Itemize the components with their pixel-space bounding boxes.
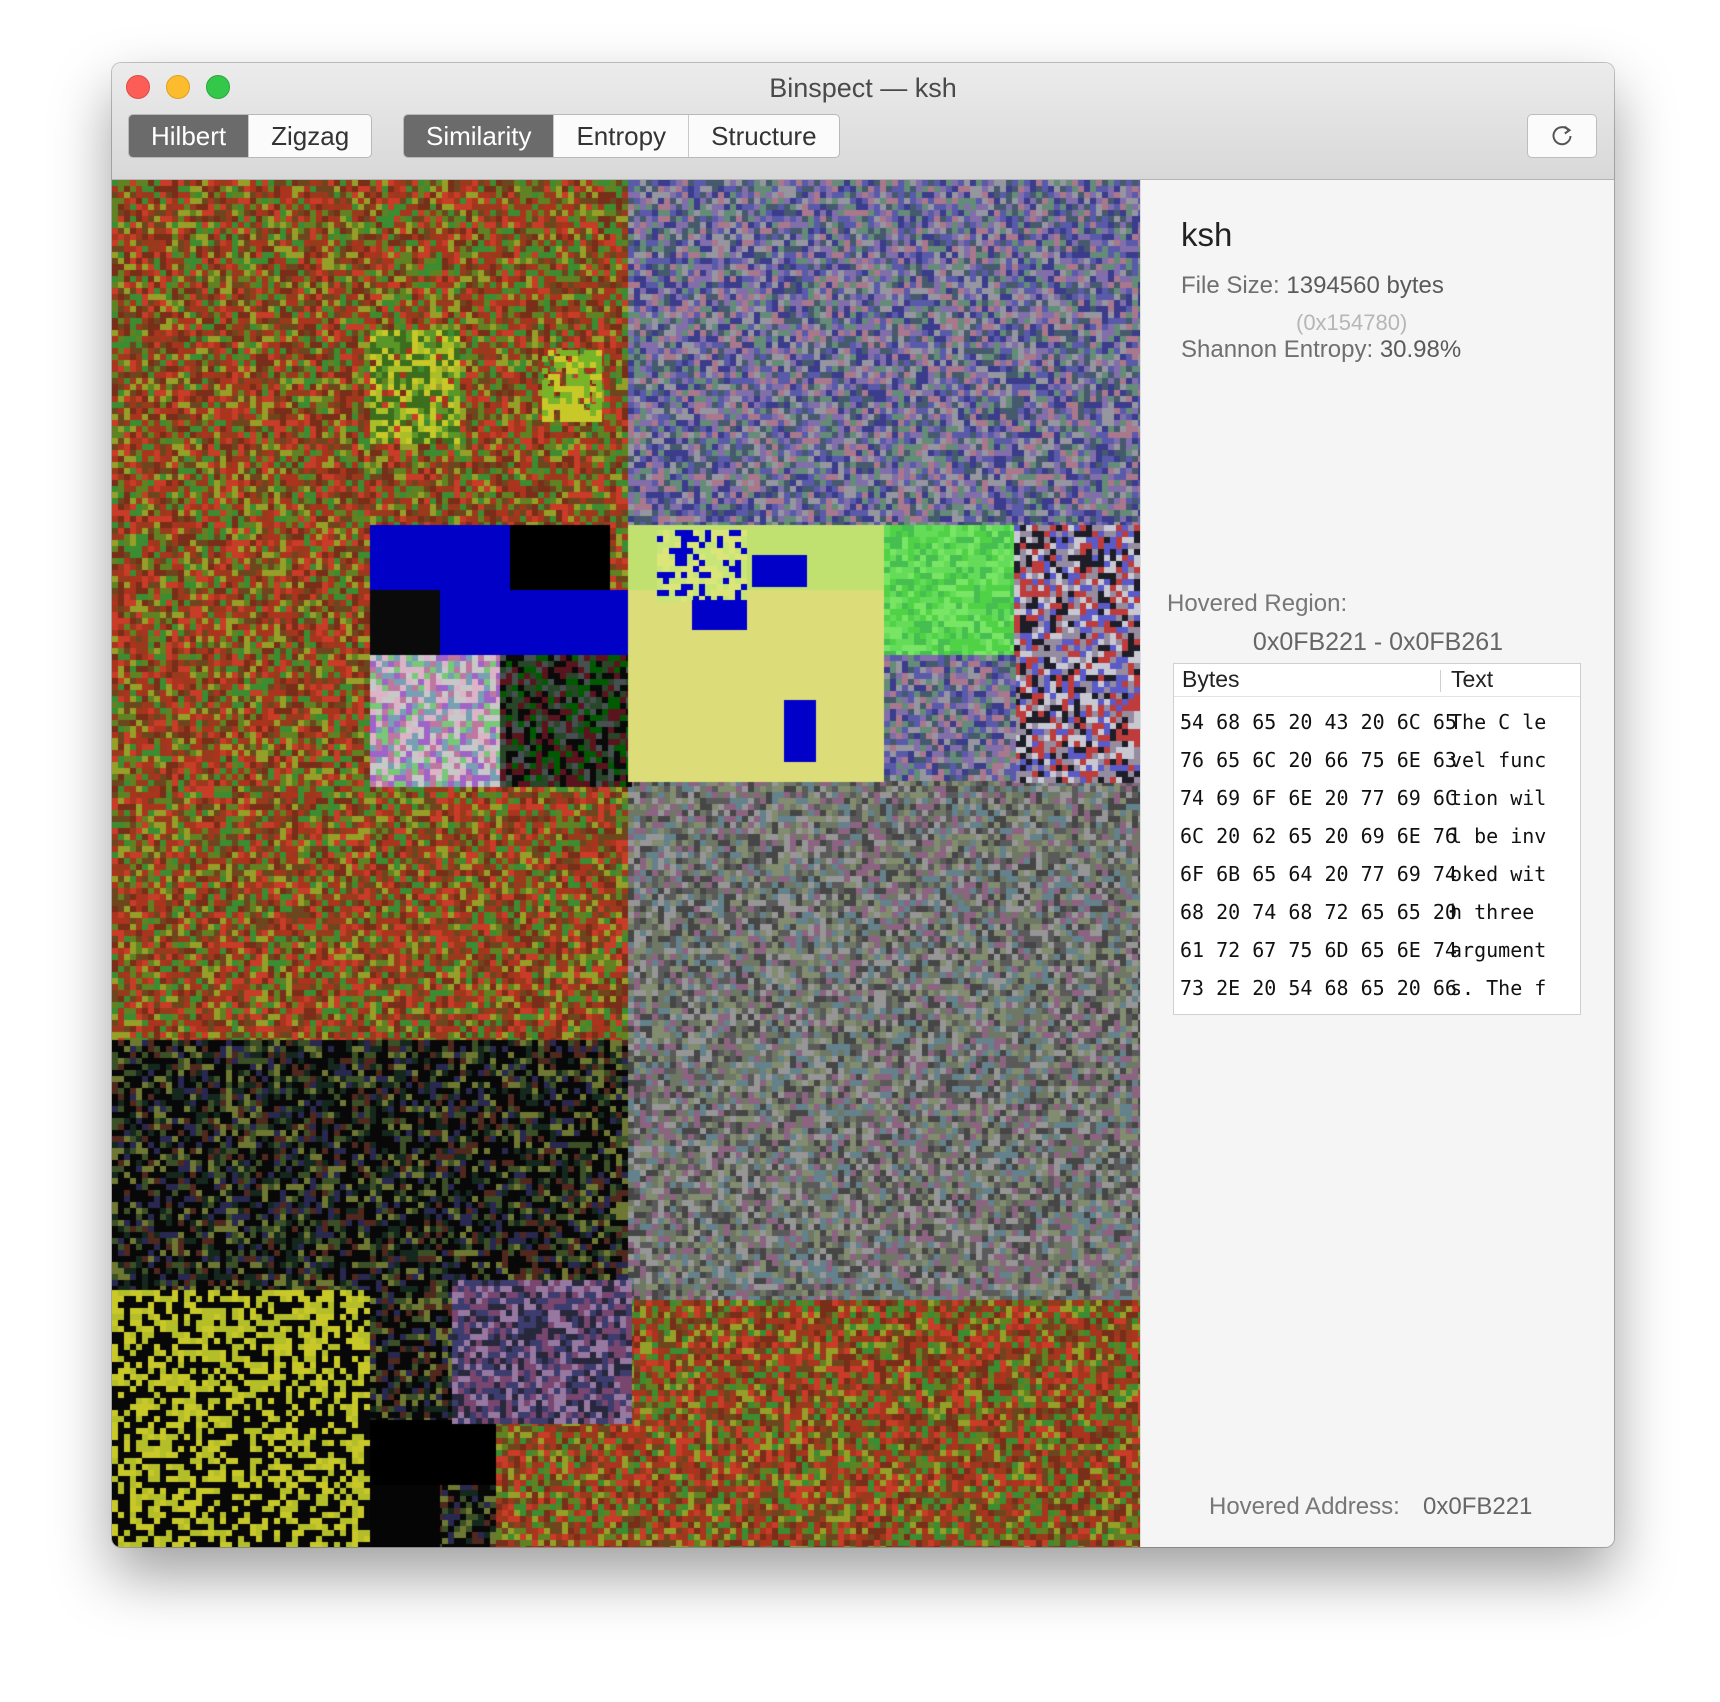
- file-size-row: File Size: 1394560 bytes: [1181, 272, 1444, 300]
- table-row[interactable]: 76 65 6C 20 66 75 6E 63 vel func: [1174, 740, 1580, 778]
- entropy-row: Shannon Entropy: 30.98%: [1181, 336, 1461, 364]
- curve-mode-segmented-control: Hilbert Zigzag: [128, 114, 373, 158]
- row-bytes: 68 20 74 68 72 65 65 20: [1180, 900, 1457, 924]
- bytes-column-header[interactable]: Bytes: [1182, 666, 1240, 693]
- table-row[interactable]: 54 68 65 20 43 20 6C 65 The C le: [1174, 702, 1580, 740]
- table-row[interactable]: 68 20 74 68 72 65 65 20 h three: [1174, 892, 1580, 930]
- file-name: ksh: [1181, 216, 1233, 253]
- table-row[interactable]: 73 2E 20 54 68 65 20 66 s. The f: [1174, 968, 1580, 1006]
- table-row[interactable]: 74 69 6F 6E 20 77 69 6C tion wil: [1174, 778, 1580, 816]
- refresh-button[interactable]: [1527, 114, 1597, 158]
- row-bytes: 54 68 65 20 43 20 6C 65: [1180, 710, 1457, 734]
- row-bytes: 76 65 6C 20 66 75 6E 63: [1180, 748, 1457, 772]
- row-text: l be inv: [1450, 824, 1547, 848]
- hilbert-curve-canvas[interactable]: [112, 180, 1140, 1547]
- similarity-mode-button[interactable]: Similarity: [404, 115, 555, 157]
- row-text: argument: [1450, 938, 1547, 962]
- row-bytes: 6F 6B 65 64 20 77 69 74: [1180, 862, 1457, 886]
- row-text: vel func: [1450, 748, 1547, 772]
- window-title: Binspect — ksh: [769, 73, 957, 103]
- text-column-header[interactable]: Text: [1451, 666, 1493, 693]
- zigzag-mode-button[interactable]: Zigzag: [249, 115, 371, 157]
- hovered-region-range: 0x0FB221 - 0x0FB261: [1252, 628, 1504, 656]
- row-text: s. The f: [1450, 976, 1547, 1000]
- file-size-label: File Size:: [1181, 272, 1280, 299]
- table-row[interactable]: 61 72 67 75 6D 65 6E 74 argument: [1174, 930, 1580, 968]
- row-text: The C le: [1450, 710, 1547, 734]
- color-mode-segmented-control: Similarity Entropy Structure: [403, 114, 840, 158]
- bytes-table: Bytes Text 54 68 65 20 43 20 6C 65 The C…: [1173, 663, 1581, 1015]
- row-bytes: 73 2E 20 54 68 65 20 66: [1180, 976, 1457, 1000]
- inspector-panel: ksh File Size: 1394560 bytes (0x154780) …: [1140, 180, 1614, 1547]
- table-row[interactable]: 6C 20 62 65 20 69 6E 76 l be inv: [1174, 816, 1580, 854]
- column-divider: [1440, 670, 1441, 692]
- entropy-value: 30.98%: [1379, 336, 1462, 363]
- entropy-label: Shannon Entropy:: [1181, 336, 1374, 363]
- row-bytes: 6C 20 62 65 20 69 6E 76: [1180, 824, 1457, 848]
- file-size-hex: (0x154780): [1296, 310, 1408, 335]
- structure-mode-button[interactable]: Structure: [689, 115, 839, 157]
- titlebar: Binspect — ksh Hilbert Zigzag Similarity…: [112, 63, 1614, 180]
- app-window: Binspect — ksh Hilbert Zigzag Similarity…: [112, 63, 1614, 1547]
- table-header: Bytes Text: [1174, 664, 1580, 697]
- hovered-address-value: 0x0FB221: [1423, 1493, 1533, 1520]
- file-size-value: 1394560 bytes: [1286, 272, 1444, 299]
- row-text: h three: [1450, 900, 1535, 924]
- hilbert-mode-button[interactable]: Hilbert: [129, 115, 250, 157]
- binary-visualization[interactable]: [112, 180, 1140, 1547]
- table-row[interactable]: 6F 6B 65 64 20 77 69 74 oked wit: [1174, 854, 1580, 892]
- hovered-region-label: Hovered Region:: [1167, 590, 1348, 617]
- refresh-icon: [1552, 125, 1572, 146]
- entropy-mode-button[interactable]: Entropy: [554, 115, 690, 157]
- row-text: tion wil: [1450, 786, 1547, 810]
- row-text: oked wit: [1450, 862, 1547, 886]
- row-bytes: 74 69 6F 6E 20 77 69 6C: [1180, 786, 1457, 810]
- hovered-address-label: Hovered Address:: [1209, 1493, 1400, 1520]
- row-bytes: 61 72 67 75 6D 65 6E 74: [1180, 938, 1457, 962]
